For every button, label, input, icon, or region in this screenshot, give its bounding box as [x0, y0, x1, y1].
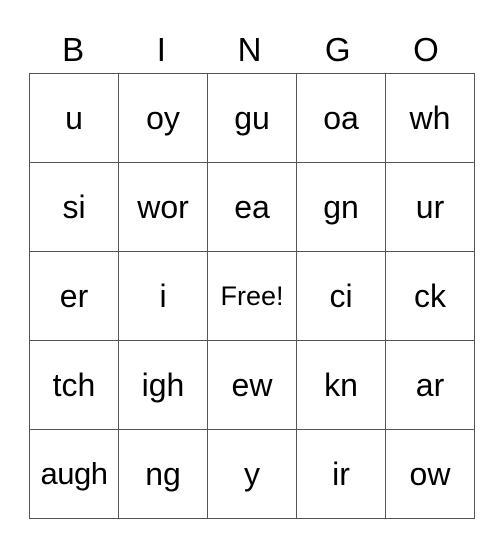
bingo-cell[interactable]: kn — [296, 340, 386, 430]
bingo-cell[interactable]: ar — [385, 340, 475, 430]
bingo-cell[interactable]: u — [29, 73, 119, 163]
bingo-card: u oy gu oa wh si wor ea gn ur er i Free!… — [29, 73, 475, 519]
bingo-cell[interactable]: ur — [385, 162, 475, 252]
bingo-cell[interactable]: ng — [118, 429, 208, 519]
card-row: tch igh ew kn ar — [29, 340, 475, 430]
bingo-cell[interactable]: gu — [207, 73, 297, 163]
header-letter-o: O — [413, 31, 439, 68]
bingo-cell[interactable]: oy — [118, 73, 208, 163]
bingo-cell[interactable]: ew — [207, 340, 297, 430]
card-row: er i Free! ci ck — [29, 251, 475, 341]
card-row: augh ng y ir ow — [29, 429, 475, 519]
header-letter-b: B — [62, 31, 85, 68]
bingo-header: B I N G O — [29, 28, 470, 72]
bingo-cell[interactable]: wor — [118, 162, 208, 252]
bingo-cell[interactable]: ci — [296, 251, 386, 341]
bingo-cell[interactable]: augh — [29, 429, 119, 519]
header-letter-n: N — [237, 31, 262, 68]
card-row: si wor ea gn ur — [29, 162, 475, 252]
bingo-cell[interactable]: wh — [385, 73, 475, 163]
bingo-cell[interactable]: gn — [296, 162, 386, 252]
free-space-cell[interactable]: Free! — [207, 251, 297, 341]
bingo-cell[interactable]: ck — [385, 251, 475, 341]
bingo-cell[interactable]: ea — [207, 162, 297, 252]
bingo-cell[interactable]: ir — [296, 429, 386, 519]
bingo-cell[interactable]: si — [29, 162, 119, 252]
bingo-cell[interactable]: i — [118, 251, 208, 341]
header-letter-g: G — [324, 31, 351, 68]
bingo-cell[interactable]: oa — [296, 73, 386, 163]
header-letter-i: I — [156, 31, 166, 68]
card-row: u oy gu oa wh — [29, 73, 475, 163]
bingo-cell[interactable]: y — [207, 429, 297, 519]
bingo-cell[interactable]: tch — [29, 340, 119, 430]
bingo-cell[interactable]: ow — [385, 429, 475, 519]
bingo-cell[interactable]: igh — [118, 340, 208, 430]
bingo-cell[interactable]: er — [29, 251, 119, 341]
